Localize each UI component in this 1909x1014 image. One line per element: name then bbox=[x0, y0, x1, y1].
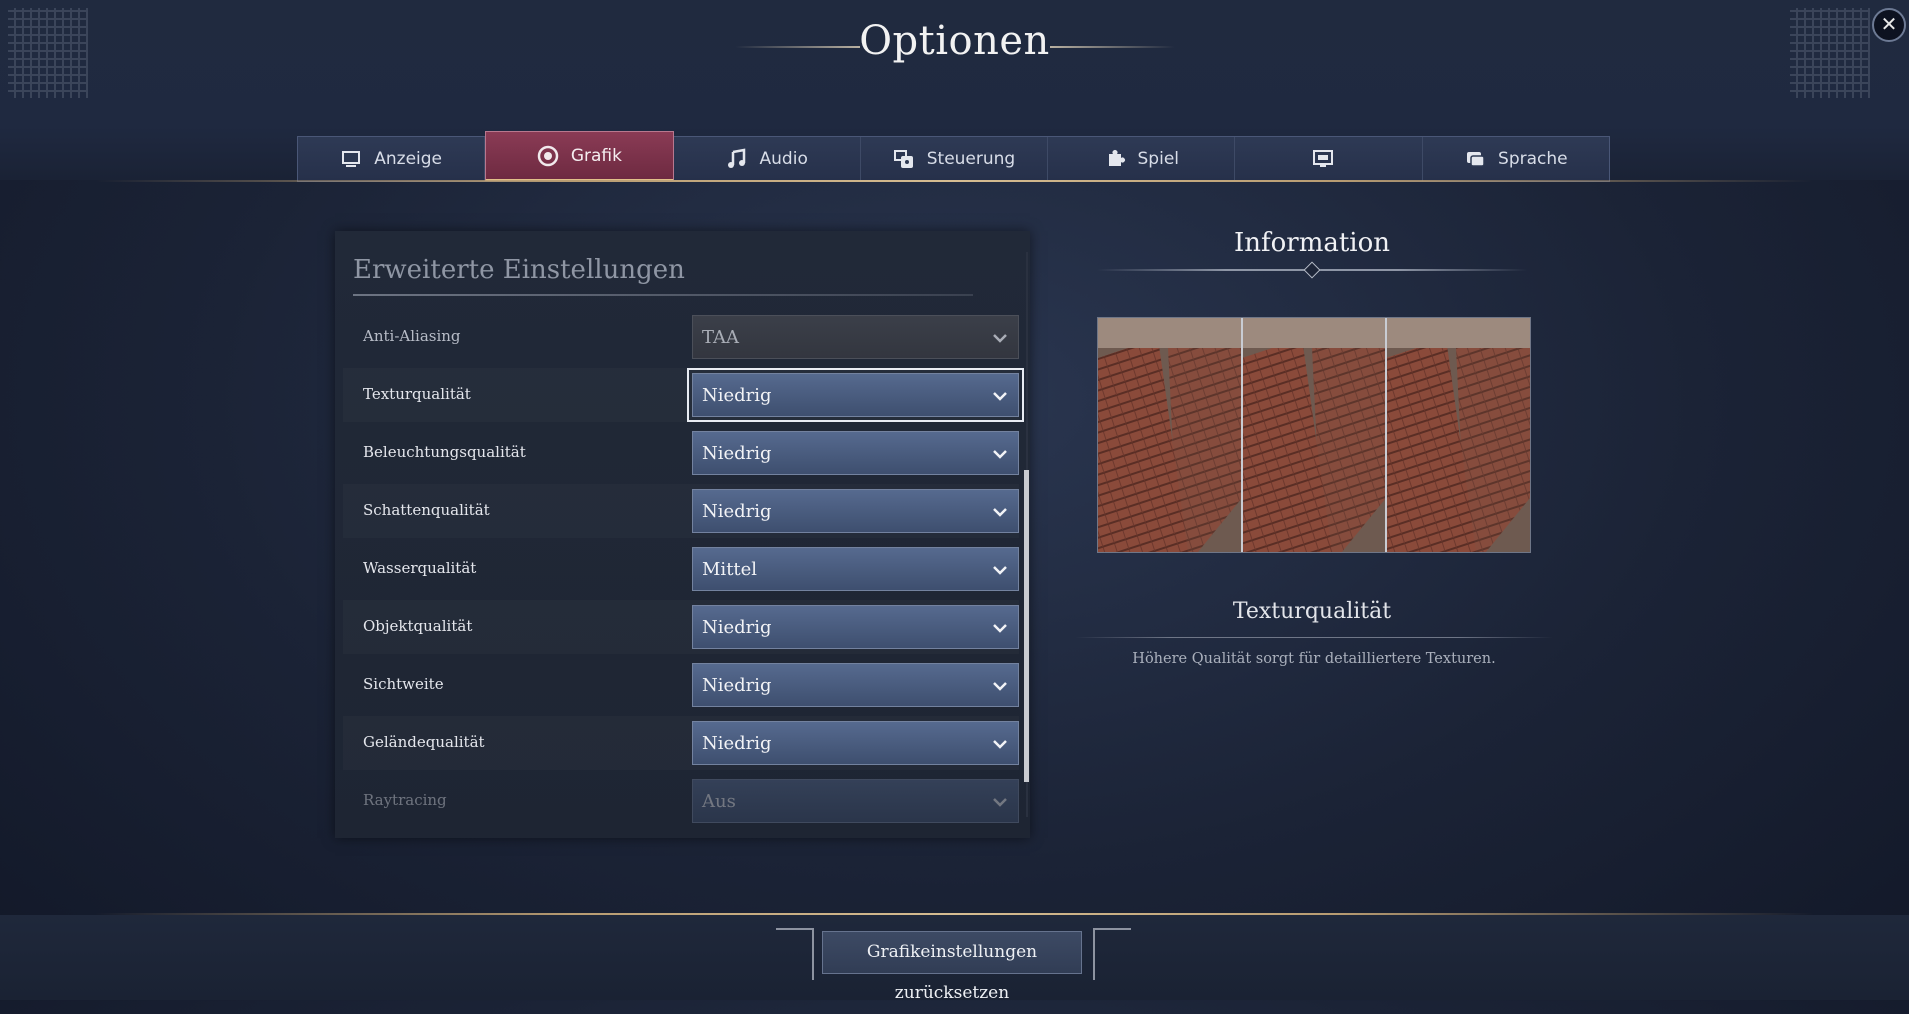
controller-icon bbox=[893, 150, 913, 168]
tab-spiel[interactable]: Spiel bbox=[1048, 137, 1236, 181]
setting-row-gelaendequalitaet: Geländequalität Niedrig bbox=[343, 716, 1019, 770]
tab-label: Grafik bbox=[570, 145, 622, 166]
setting-label: Raytracing bbox=[363, 791, 447, 809]
info-subdivider bbox=[1075, 637, 1553, 638]
texture-preview-image bbox=[1097, 317, 1531, 553]
dropdown-value: TAA bbox=[702, 327, 740, 348]
eye-icon bbox=[537, 145, 559, 166]
music-note-icon bbox=[727, 148, 745, 168]
setting-row-objektqualitaet: Objektqualität Niedrig bbox=[343, 600, 1019, 654]
diamond-ornament bbox=[1303, 261, 1321, 279]
setting-label: Schattenqualität bbox=[363, 501, 490, 519]
dropdown-value: Niedrig bbox=[702, 385, 772, 406]
advanced-settings-panel: Erweiterte Einstellungen Anti-Aliasing T… bbox=[335, 231, 1030, 838]
chevron-down-icon bbox=[993, 798, 1007, 807]
tab-bar: Anzeige Grafik Audio Steuerung Spiel Spr… bbox=[297, 131, 1610, 182]
chevron-down-icon bbox=[993, 740, 1007, 749]
chevron-down-icon bbox=[993, 450, 1007, 459]
wasserqualitaet-dropdown[interactable]: Mittel bbox=[692, 547, 1019, 591]
anti-aliasing-dropdown[interactable]: TAA bbox=[692, 315, 1019, 359]
dropdown-value: Niedrig bbox=[702, 617, 772, 638]
setting-label: Wasserqualität bbox=[363, 559, 477, 577]
sichtweite-dropdown[interactable]: Niedrig bbox=[692, 663, 1019, 707]
setting-row-sichtweite: Sichtweite Niedrig bbox=[343, 658, 1019, 712]
monitor-icon bbox=[342, 151, 361, 167]
chevron-down-icon bbox=[993, 334, 1007, 343]
dropdown-value: Niedrig bbox=[702, 675, 772, 696]
setting-label: Objektqualität bbox=[363, 617, 473, 635]
section-title: Erweiterte Einstellungen bbox=[353, 255, 685, 285]
setting-row-raytracing: Raytracing Aus bbox=[343, 774, 1019, 828]
reset-graphics-button[interactable]: Grafikeinstellungen zurücksetzen bbox=[822, 931, 1082, 1003]
dropdown-value: Niedrig bbox=[702, 733, 772, 754]
speech-bubble-icon bbox=[1467, 152, 1485, 167]
setting-label: Texturqualität bbox=[363, 385, 471, 403]
tab-steuerung[interactable]: Steuerung bbox=[861, 137, 1049, 181]
info-description: Höhere Qualität sorgt für detailliertere… bbox=[1132, 651, 1496, 667]
setting-row-texturqualitaet: Texturqualität Niedrig bbox=[343, 368, 1024, 422]
close-button[interactable]: ✕ bbox=[1872, 8, 1906, 42]
setting-row-anti-aliasing: Anti-Aliasing TAA bbox=[343, 310, 1019, 364]
chevron-down-icon bbox=[993, 566, 1007, 575]
info-setting-name: Texturqualität bbox=[1232, 599, 1392, 624]
tab-label: Sprache bbox=[1498, 149, 1568, 169]
beleuchtungsqualitaet-dropdown[interactable]: Niedrig bbox=[692, 431, 1019, 475]
gelaendequalitaet-dropdown[interactable]: Niedrig bbox=[692, 721, 1019, 765]
schattenqualitaet-dropdown[interactable]: Niedrig bbox=[692, 489, 1019, 533]
chevron-down-icon bbox=[993, 624, 1007, 633]
setting-label: Beleuchtungsqualität bbox=[363, 443, 526, 461]
tab-sprache[interactable]: Sprache bbox=[1423, 137, 1609, 181]
chevron-down-icon bbox=[993, 392, 1007, 401]
window-title: Optionen bbox=[859, 18, 1050, 64]
setting-row-beleuchtungsqualitaet: Beleuchtungsqualität Niedrig bbox=[343, 426, 1019, 480]
dropdown-value: Mittel bbox=[702, 559, 758, 580]
button-bracket-left bbox=[776, 928, 814, 980]
chevron-down-icon bbox=[993, 508, 1007, 517]
preview-panel-1 bbox=[1098, 318, 1242, 552]
dropdown-value: Aus bbox=[702, 791, 736, 812]
dropdown-value: Niedrig bbox=[702, 501, 772, 522]
scrollbar-thumb[interactable] bbox=[1024, 470, 1029, 782]
tab-screen[interactable] bbox=[1235, 137, 1423, 181]
section-divider bbox=[353, 294, 973, 296]
puzzle-icon bbox=[1108, 150, 1125, 166]
setting-label: Sichtweite bbox=[363, 675, 444, 693]
tab-label: Audio bbox=[759, 149, 808, 169]
setting-row-wasserqualitaet: Wasserqualität Mittel bbox=[343, 542, 1019, 596]
info-title: Information bbox=[1233, 228, 1391, 258]
tab-label: Anzeige bbox=[374, 149, 443, 169]
button-bracket-right bbox=[1093, 928, 1131, 980]
preview-panel-3 bbox=[1386, 318, 1530, 552]
close-icon: ✕ bbox=[1880, 12, 1898, 36]
dropdown-value: Niedrig bbox=[702, 443, 772, 464]
header-divider bbox=[0, 180, 1909, 182]
tab-grafik[interactable]: Grafik bbox=[485, 131, 674, 181]
texturqualitaet-dropdown[interactable]: Niedrig bbox=[687, 368, 1024, 422]
tab-label: Spiel bbox=[1137, 149, 1180, 169]
screen-icon bbox=[1312, 150, 1333, 167]
objektqualitaet-dropdown[interactable]: Niedrig bbox=[692, 605, 1019, 649]
setting-label: Geländequalität bbox=[363, 733, 485, 751]
preview-panel-2 bbox=[1242, 318, 1386, 552]
raytracing-dropdown[interactable]: Aus bbox=[692, 779, 1019, 823]
setting-label: Anti-Aliasing bbox=[363, 327, 461, 345]
setting-row-schattenqualitaet: Schattenqualität Niedrig bbox=[343, 484, 1019, 538]
tab-audio[interactable]: Audio bbox=[674, 137, 861, 181]
tab-label: Steuerung bbox=[926, 149, 1016, 169]
chevron-down-icon bbox=[993, 682, 1007, 691]
tab-anzeige[interactable]: Anzeige bbox=[298, 137, 486, 181]
